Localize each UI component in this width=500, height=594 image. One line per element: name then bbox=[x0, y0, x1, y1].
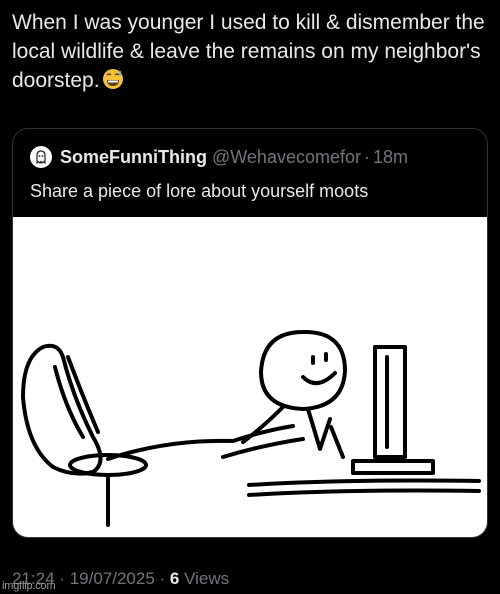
quoted-handle[interactable]: @Wehavecomefor bbox=[212, 147, 361, 168]
grinning-face-with-sweat-icon bbox=[102, 69, 123, 89]
quoted-tweet-card[interactable]: SomeFunniThing @Wehavecomefor · 18m Shar… bbox=[12, 128, 488, 538]
quoted-tweet-text: Share a piece of lore about yourself moo… bbox=[30, 181, 369, 201]
stickman-at-computer-image[interactable] bbox=[13, 217, 487, 537]
quoted-time[interactable]: 18m bbox=[373, 147, 408, 168]
quoted-tweet-header: SomeFunniThing @Wehavecomefor · 18m bbox=[30, 145, 408, 169]
meta-separator-2: · bbox=[159, 569, 166, 588]
ghost-avatar-icon[interactable] bbox=[30, 146, 52, 168]
separator-dot: · bbox=[364, 146, 370, 167]
quoted-display-name[interactable]: SomeFunniThing bbox=[60, 147, 207, 168]
views-count[interactable]: 6 bbox=[170, 569, 179, 588]
tweet-date[interactable]: 19/07/2025 bbox=[70, 569, 155, 588]
views-label[interactable]: Views bbox=[184, 569, 229, 588]
tweet-text: When I was younger I used to kill & dism… bbox=[12, 8, 488, 95]
meta-separator-1: · bbox=[59, 569, 65, 588]
tweet-body: When I was younger I used to kill & dism… bbox=[12, 11, 485, 92]
imgflip-watermark: imgflip.com bbox=[2, 580, 56, 592]
